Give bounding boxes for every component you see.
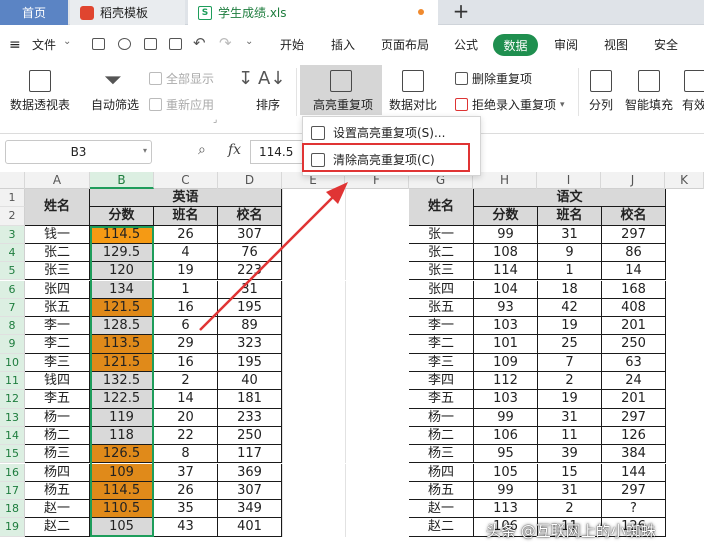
set-highlight-icon <box>311 125 325 140</box>
highlight-box <box>302 143 470 172</box>
watermark: 头条 @互联网上的小蜘蛛 <box>486 522 656 540</box>
set-highlight-menu-item[interactable]: 设置高亮重复项(S)... <box>311 124 445 141</box>
set-highlight-label: 设置高亮重复项(S)... <box>333 126 446 140</box>
annotation-arrow <box>199 182 348 331</box>
